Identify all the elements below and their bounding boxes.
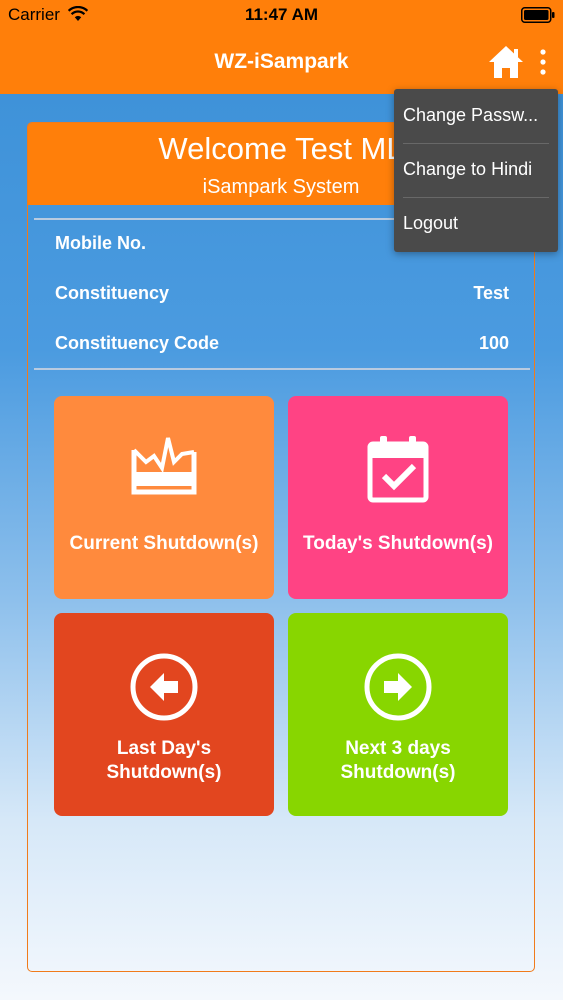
menu-item-label: Logout bbox=[403, 213, 459, 233]
menu-item-change-password[interactable]: Change Passw... bbox=[394, 89, 558, 143]
shutdown-chart-icon bbox=[131, 437, 197, 495]
next-3-days-shutdowns-tile[interactable]: Next 3 days Shutdown(s) bbox=[288, 613, 508, 816]
tile-label-line1: Next 3 days bbox=[345, 738, 451, 759]
tile-label-line1: Last Day's bbox=[116, 738, 212, 759]
home-icon[interactable] bbox=[487, 44, 525, 80]
more-vertical-icon[interactable] bbox=[533, 46, 553, 78]
app-title: WZ-iSampark bbox=[214, 50, 349, 73]
overflow-menu: Change Passw... Change to Hindi Logout bbox=[394, 89, 558, 252]
menu-item-label: Change Passw... bbox=[403, 105, 539, 125]
info-label: Mobile No. bbox=[55, 233, 146, 253]
tile-label: Today's Shutdown(s) bbox=[303, 533, 493, 554]
status-bar: Carrier 11:47 AM bbox=[0, 0, 563, 30]
info-label: Constituency bbox=[55, 283, 170, 303]
info-value: Test bbox=[473, 283, 509, 303]
menu-item-change-to-hindi[interactable]: Change to Hindi bbox=[394, 143, 558, 197]
info-row-constituency-code: Constituency Code 100 bbox=[55, 333, 509, 363]
menu-item-logout[interactable]: Logout bbox=[394, 197, 558, 251]
tile-label-line2: Shutdown(s) bbox=[106, 762, 222, 783]
calendar-check-icon bbox=[367, 436, 429, 503]
tile-label-line2: Shutdown(s) bbox=[340, 762, 456, 783]
status-time: 11:47 AM bbox=[244, 5, 319, 24]
arrow-right-circle-icon bbox=[364, 653, 432, 721]
battery-icon bbox=[521, 7, 555, 23]
app-bar: WZ-iSampark bbox=[0, 30, 563, 94]
menu-item-label: Change to Hindi bbox=[403, 159, 533, 179]
current-shutdowns-tile[interactable]: Current Shutdown(s) bbox=[54, 396, 274, 599]
info-label: Constituency Code bbox=[55, 333, 220, 353]
divider-bottom bbox=[34, 368, 530, 370]
info-row-constituency: Constituency Test bbox=[55, 283, 509, 313]
last-days-shutdowns-tile[interactable]: Last Day's Shutdown(s) bbox=[54, 613, 274, 816]
todays-shutdowns-tile[interactable]: Today's Shutdown(s) bbox=[288, 396, 508, 599]
arrow-left-circle-icon bbox=[130, 653, 198, 721]
info-value: 100 bbox=[478, 333, 509, 353]
tile-label: Current Shutdown(s) bbox=[69, 533, 259, 554]
